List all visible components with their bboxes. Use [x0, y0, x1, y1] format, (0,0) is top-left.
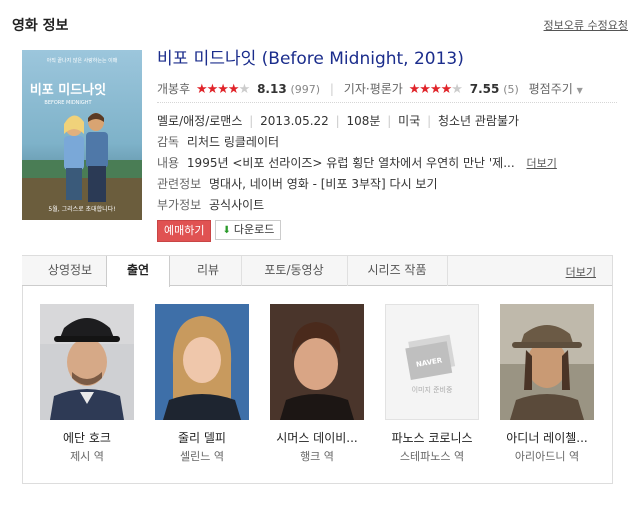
cast-photo[interactable]: [500, 304, 594, 420]
critic-rating-label: 기자·평론가: [343, 82, 403, 96]
cast-role: 제시 역: [70, 450, 104, 463]
release-date: 2013.05.22: [260, 114, 329, 128]
extra-row: 부가정보 공식사이트: [157, 195, 627, 216]
reserve-button[interactable]: 예매하기: [157, 220, 212, 242]
cast-photo[interactable]: [155, 304, 249, 420]
cast-photo[interactable]: [40, 304, 134, 420]
divider-bar: |: [329, 82, 334, 96]
cast-item[interactable]: 아디너 레이첼... 아리아드니 역: [500, 304, 594, 465]
critic-stars-icon: ★★★★★: [408, 82, 463, 97]
runtime: 108분: [346, 114, 381, 128]
director-link[interactable]: 리처드 링클레이터: [187, 135, 279, 149]
poster-tagline: 아직 끝나지 않은 사랑하는는 이매: [47, 57, 118, 64]
plot-row: 내용 1995년 <비포 선라이즈> 유럽 횡단 열차에서 우연히 만난 '제.…: [157, 153, 627, 174]
movie-title[interactable]: 비포 미드나잇 (Before Midnight, 2013): [157, 46, 627, 72]
cast-name[interactable]: 파노스 코로니스: [385, 430, 479, 446]
cast-name[interactable]: 시머스 데이비...: [270, 430, 364, 446]
critic-count: (5): [503, 83, 519, 96]
related-row: 관련정보 명대사, 네이버 영화 - [비포 3부작] 다시 보기: [157, 177, 438, 191]
caret-down-icon: ▼: [576, 86, 583, 95]
genre[interactable]: 멜로/애정/로맨스: [157, 114, 242, 128]
tab-cast[interactable]: 출연: [106, 256, 170, 287]
age-rating: 청소년 관람불가: [437, 114, 520, 128]
tab-photo-video[interactable]: 포토/동영상: [241, 256, 348, 286]
tab-bar: 상영정보 출연 리뷰 포토/동영상 시리즈 작품 더보기: [22, 255, 612, 287]
movie-poster[interactable]: 아직 끝나지 않은 사랑하는는 이매 비포 미드나잇 BEFORE MIDNIG…: [22, 50, 142, 220]
famous-lines-link[interactable]: 명대사: [209, 177, 242, 191]
director-row: 감독 리처드 링클레이터: [157, 132, 627, 153]
related-label: 관련정보: [157, 177, 202, 191]
cast-role: 스테파노스 역: [399, 450, 465, 463]
cast-item[interactable]: 줄리 델피 셀린느 역: [155, 304, 249, 465]
tab-more-link[interactable]: 더보기: [566, 264, 596, 280]
no-image-placeholder-icon[interactable]: NAVER 이미지 준비중: [385, 304, 479, 420]
country: 미국: [398, 114, 421, 128]
section-title: 영화 정보: [12, 18, 69, 34]
audience-stars-icon: ★★★★★: [195, 82, 250, 97]
plot-more-link[interactable]: 더보기: [527, 157, 557, 170]
poster-title-en: BEFORE MIDNIGHT: [44, 100, 92, 106]
cast-role: 셀린느 역: [180, 450, 224, 463]
cast-name[interactable]: 에단 호크: [40, 430, 134, 446]
cast-role: 행크 역: [300, 450, 334, 463]
cast-photo[interactable]: [270, 304, 364, 420]
cast-name[interactable]: 줄리 델피: [155, 430, 249, 446]
critic-score: 7.55: [469, 82, 500, 96]
official-site-link[interactable]: 공식사이트: [209, 198, 264, 212]
info-divider: [157, 102, 617, 103]
audience-rating-label: 개봉후: [157, 82, 191, 96]
cast-item[interactable]: NAVER 이미지 준비중 파노스 코로니스 스테파노스 역: [385, 304, 479, 465]
poster-title: 비포 미드나잇: [30, 82, 106, 98]
naver-movie-link[interactable]: 네이버 영화 - [비포 3부작] 다시 보기: [250, 177, 438, 191]
tab-screening[interactable]: 상영정보: [28, 256, 113, 286]
cast-item[interactable]: 에단 호크 제시 역: [40, 304, 134, 465]
placeholder-caption: 이미지 준비중: [412, 385, 453, 394]
extra-label: 부가정보: [157, 198, 202, 212]
download-icon: ⬇: [222, 225, 231, 236]
report-error-link[interactable]: 정보오류 수정요청: [544, 17, 628, 33]
poster-bottom-text: 5월, 그리스로 초대합니다!: [48, 205, 115, 213]
movie-meta-row: 멜로/애정/로맨스 | 2013.05.22 | 108분 | 미국 | 청소년…: [157, 114, 520, 128]
cast-role: 아리아드니 역: [514, 450, 580, 463]
director-label: 감독: [157, 135, 180, 149]
plot-label: 내용: [157, 156, 180, 170]
audience-count: (997): [290, 83, 321, 96]
cast-name[interactable]: 아디너 레이첼...: [500, 430, 594, 446]
cast-item[interactable]: 시머스 데이비... 행크 역: [270, 304, 364, 465]
tab-review[interactable]: 리뷰: [175, 256, 242, 286]
audience-score: 8.13: [257, 82, 287, 96]
download-button[interactable]: ⬇ 다운로드: [215, 220, 282, 240]
rate-movie-link[interactable]: 평점주기 ▼: [529, 82, 583, 96]
tab-series[interactable]: 시리즈 작품: [347, 256, 448, 286]
plot-text: 1995년 <비포 선라이즈> 유럽 횡단 열차에서 우연히 만난 '제...: [186, 156, 515, 170]
rating-row: 개봉후 ★★★★★ 8.13 (997) | 기자·평론가 ★★★★★ 7.55…: [157, 78, 627, 100]
